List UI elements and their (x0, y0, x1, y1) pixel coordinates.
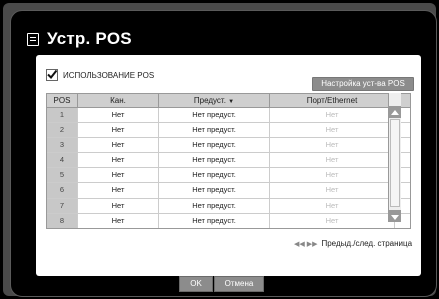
title-bar: Устр. POS (27, 29, 132, 49)
cell-port: Нет (270, 108, 395, 123)
cell-channel[interactable]: Нет (78, 123, 159, 138)
cell-port: Нет (270, 138, 395, 153)
cell-pos: 5 (47, 168, 78, 183)
cell-port: Нет (270, 198, 395, 213)
cell-channel[interactable]: Нет (78, 198, 159, 213)
cell-preset[interactable]: Нет предуст. (159, 183, 270, 198)
header-port[interactable]: Порт/Ethernet (270, 94, 394, 107)
cell-preset[interactable]: Нет предуст. (159, 108, 270, 123)
cell-preset[interactable]: Нет предуст. (159, 198, 270, 213)
cell-pos: 7 (47, 198, 78, 213)
cell-pos: 2 (47, 123, 78, 138)
scroll-thumb[interactable] (390, 119, 400, 207)
table-row[interactable]: 8 Нет Нет предуст. Нет (47, 213, 410, 228)
table-row[interactable]: 7 Нет Нет предуст. Нет (47, 198, 410, 214)
cell-preset[interactable]: Нет предуст. (159, 123, 270, 138)
cell-pos: 1 (47, 108, 78, 123)
table-row[interactable]: 5 Нет Нет предуст. Нет (47, 168, 410, 184)
cell-pos: 6 (47, 183, 78, 198)
page-navigation[interactable]: ◀◀ ▶▶ Предыд./след. страница (294, 239, 412, 248)
table-row[interactable]: 3 Нет Нет предуст. Нет (47, 138, 410, 154)
cell-channel[interactable]: Нет (78, 168, 159, 183)
header-preset-label: Предуст. (193, 96, 226, 105)
cell-pos: 8 (47, 213, 78, 228)
page-title: Устр. POS (47, 29, 132, 48)
window-frame: Устр. POS ИСПОЛЬЗОВАНИЕ POS Настройка ус… (3, 3, 437, 297)
cell-channel[interactable]: Нет (78, 108, 159, 123)
table-header: POS Кан. Предуст. ▼ Порт/Ethernet (47, 94, 410, 108)
cell-port: Нет (270, 153, 395, 168)
pos-table: POS Кан. Предуст. ▼ Порт/Ethernet 1 Нет Не… (46, 93, 411, 229)
use-pos-label: ИСПОЛЬЗОВАНИЕ POS (63, 70, 155, 80)
table-scrollbar[interactable] (388, 93, 401, 222)
arrow-down-icon (391, 215, 399, 220)
cancel-button[interactable]: Отмена (214, 276, 264, 292)
cell-channel[interactable]: Нет (78, 213, 159, 228)
cell-channel[interactable]: Нет (78, 153, 159, 168)
header-pos[interactable]: POS (47, 94, 78, 107)
pos-dialog: Устр. POS ИСПОЛЬЗОВАНИЕ POS Настройка ус… (10, 10, 437, 297)
content-panel: ИСПОЛЬЗОВАНИЕ POS Настройка уст-ва POS P… (36, 55, 421, 276)
pager-label: Предыд./след. страница (321, 239, 413, 248)
scroll-down-button[interactable] (389, 210, 401, 222)
table-row[interactable]: 2 Нет Нет предуст. Нет (47, 123, 410, 139)
cell-preset[interactable]: Нет предуст. (159, 153, 270, 168)
cell-port: Нет (270, 123, 395, 138)
cell-preset[interactable]: Нет предуст. (159, 213, 270, 228)
cell-channel[interactable]: Нет (78, 183, 159, 198)
scroll-up-button[interactable] (389, 106, 401, 118)
pos-setup-button[interactable]: Настройка уст-ва POS (312, 77, 414, 91)
table-row[interactable]: 6 Нет Нет предуст. Нет (47, 183, 410, 199)
menu-icon (27, 32, 39, 46)
cell-port: Нет (270, 183, 395, 198)
prev-next-icon[interactable]: ◀◀ ▶▶ (294, 240, 317, 248)
use-pos-checkbox[interactable] (46, 69, 58, 81)
table-row[interactable]: 4 Нет Нет предуст. Нет (47, 153, 410, 169)
cell-preset[interactable]: Нет предуст. (159, 138, 270, 153)
header-preset[interactable]: Предуст. ▼ (159, 94, 270, 107)
cell-port: Нет (270, 213, 395, 228)
ok-button[interactable]: OK (179, 276, 213, 292)
checkmark-icon (47, 69, 57, 80)
use-pos-row[interactable]: ИСПОЛЬЗОВАНИЕ POS (46, 69, 154, 81)
cell-pos: 3 (47, 138, 78, 153)
cell-pos: 4 (47, 153, 78, 168)
chevron-down-icon: ▼ (228, 99, 235, 105)
arrow-up-icon (391, 110, 399, 115)
cell-preset[interactable]: Нет предуст. (159, 168, 270, 183)
header-channel[interactable]: Кан. (78, 94, 159, 107)
cell-port: Нет (270, 168, 395, 183)
table-row[interactable]: 1 Нет Нет предуст. Нет (47, 108, 410, 124)
cell-channel[interactable]: Нет (78, 138, 159, 153)
